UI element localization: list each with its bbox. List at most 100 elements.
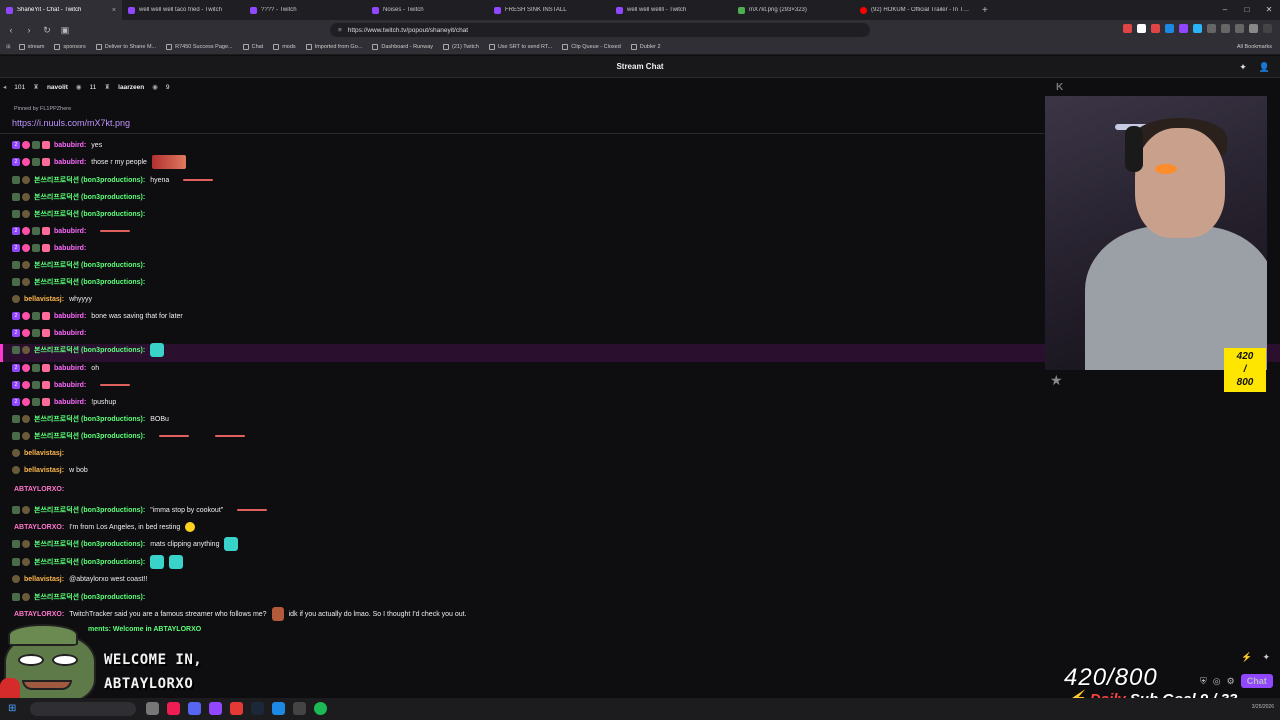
extension-icon[interactable] (1179, 24, 1188, 33)
emote-icon[interactable] (150, 555, 165, 569)
chat-message[interactable]: 2 babubird: (12, 378, 131, 392)
chat-username[interactable]: 본쓰리프로덕션 (bon3productions): (34, 505, 145, 515)
chat-username[interactable]: ABTAYLORXO: (14, 611, 64, 618)
user-badge-icon[interactable] (12, 295, 20, 303)
sub-badge-icon[interactable]: 2 (12, 398, 20, 406)
mod-badge-icon[interactable] (32, 398, 40, 406)
chat-message[interactable]: 본쓰리프로덕션 (bon3productions): (12, 207, 145, 221)
heart-badge-icon[interactable] (22, 312, 30, 320)
vip-badge-icon[interactable] (42, 398, 50, 406)
chat-username[interactable]: 본쓰리프로덕션 (bon3productions): (34, 431, 145, 441)
vip-badge-icon[interactable] (42, 381, 50, 389)
vip-badge-icon[interactable] (42, 312, 50, 320)
points-icon[interactable]: ◎ (1213, 676, 1221, 687)
vip-badge-icon[interactable] (42, 227, 50, 235)
chat-message[interactable]: 본쓰리프로덕션 (bon3productions): (12, 590, 145, 604)
user-badge-icon[interactable] (12, 466, 20, 474)
chat-tools-icon[interactable]: ✦ (1239, 62, 1247, 73)
chat-message[interactable]: 본쓰리프로덕션 (bon3productions): (12, 258, 145, 272)
bits-icon[interactable]: ✦ (1262, 652, 1270, 663)
users-icon[interactable]: 👤 (1259, 62, 1270, 73)
chat-message[interactable]: 2 babubird: oh (12, 361, 99, 375)
chat-username[interactable]: babubird: (54, 142, 86, 149)
chat-username[interactable]: ABTAYLORXO: (14, 486, 64, 493)
mod-badge-icon[interactable] (12, 176, 20, 184)
chat-username[interactable]: 본쓰리프로덕션 (bon3productions): (34, 592, 145, 602)
chat-username[interactable]: 본쓰리프로덕션 (bon3productions): (34, 175, 145, 185)
vip-badge-icon[interactable] (42, 158, 50, 166)
bear-badge-icon[interactable] (22, 593, 30, 601)
chat-message[interactable]: 2 babubird: !pushup (12, 395, 116, 409)
bear-badge-icon[interactable] (22, 210, 30, 218)
steam-icon[interactable] (251, 702, 264, 715)
profile-icon[interactable] (1249, 24, 1258, 33)
shield-icon[interactable]: ⛨ (1200, 676, 1207, 687)
bookmark-item[interactable]: Imported from Go... (305, 44, 362, 50)
sub-badge-icon[interactable]: 2 (12, 141, 20, 149)
mod-badge-icon[interactable] (12, 210, 20, 218)
chat-username[interactable]: bellavistasj: (24, 296, 64, 303)
emote-icon[interactable] (237, 509, 268, 511)
emote-icon[interactable] (159, 435, 190, 437)
chat-username[interactable]: babubird: (54, 228, 86, 235)
chat-username[interactable]: bellavistasj: (24, 467, 64, 474)
browser-tab[interactable]: well well well taco fried - Twitch (122, 0, 244, 20)
chat-message[interactable]: ABTAYLORXO: (12, 482, 64, 496)
sub-badge-icon[interactable]: 2 (12, 158, 20, 166)
chrome-icon[interactable] (272, 702, 285, 715)
heart-badge-icon[interactable] (22, 158, 30, 166)
chat-username[interactable]: 본쓰리프로덕션 (bon3productions): (34, 345, 145, 355)
sidebar-icon[interactable]: ▣ (60, 25, 70, 36)
browser-tab[interactable]: Noises - Twitch (366, 0, 488, 20)
gifter-name[interactable]: navolit (47, 84, 68, 91)
vip-badge-icon[interactable] (42, 364, 50, 372)
tiktok-icon[interactable] (167, 702, 180, 715)
mod-badge-icon[interactable] (12, 558, 20, 566)
emote-icon[interactable] (100, 384, 131, 386)
chat-username[interactable]: 본쓰리프로덕션 (bon3productions): (34, 260, 145, 270)
all-bookmarks-link[interactable]: All Bookmarks (1237, 44, 1272, 50)
bookmark-item[interactable]: Chat (242, 44, 263, 50)
new-tab-button[interactable]: + (976, 5, 994, 16)
extension-icon[interactable] (1221, 24, 1230, 33)
site-info-icon[interactable]: ≡ (338, 27, 342, 34)
chat-message[interactable]: 2 babubird: those r my people (12, 155, 186, 169)
vip-badge-icon[interactable] (42, 244, 50, 252)
bookmark-item[interactable]: Dashboard - Runway (372, 44, 433, 50)
extension-icon[interactable] (1151, 24, 1160, 33)
sub-badge-icon[interactable]: 2 (12, 244, 20, 252)
chat-username[interactable]: babubird: (54, 159, 86, 166)
extension-icon[interactable] (1207, 24, 1216, 33)
chat-username[interactable]: babubird: (54, 313, 86, 320)
chat-username[interactable]: bellavistasj: (24, 576, 64, 583)
chat-username[interactable]: babubird: (54, 399, 86, 406)
mod-badge-icon[interactable] (32, 312, 40, 320)
taskbar-search[interactable] (30, 702, 136, 716)
mod-badge-icon[interactable] (32, 364, 40, 372)
chat-username[interactable]: babubird: (54, 382, 86, 389)
extension-icon[interactable] (1123, 24, 1132, 33)
chat-username[interactable]: babubird: (54, 245, 86, 252)
bookmark-item[interactable]: sponsors (54, 44, 86, 50)
pinned-link[interactable]: https://i.nuuls.com/mX7kt.png (12, 118, 130, 128)
address-bar[interactable]: ≡ https://www.twitch.tv/popout/shaneyit/… (330, 23, 870, 37)
bookmark-item[interactable]: (21) Twitch (443, 44, 479, 50)
close-window-button[interactable]: ✕ (1258, 0, 1280, 20)
chat-message[interactable]: bellavistasj: @abtaylorxo west coast!! (12, 572, 147, 586)
heart-badge-icon[interactable] (22, 329, 30, 337)
chat-username[interactable]: 본쓰리프로덕션 (bon3productions): (34, 539, 145, 549)
chat-message[interactable]: 본쓰리프로덕션 (bon3productions): (12, 190, 145, 204)
bookmark-item[interactable]: mods (273, 44, 296, 50)
heart-badge-icon[interactable] (22, 244, 30, 252)
menu-icon[interactable] (1263, 24, 1272, 33)
sub-badge-icon[interactable]: 2 (12, 364, 20, 372)
back-icon[interactable]: ‹ (6, 25, 16, 35)
spotify-icon[interactable] (314, 702, 327, 715)
chat-message[interactable]: 본쓰리프로덕션 (bon3productions): (12, 429, 246, 443)
chat-message[interactable]: 2 babubird: (12, 241, 86, 255)
emote-icon[interactable] (100, 230, 131, 232)
chat-username[interactable]: 본쓰리프로덕션 (bon3productions): (34, 557, 145, 567)
obs-icon[interactable] (230, 702, 243, 715)
heart-badge-icon[interactable] (22, 398, 30, 406)
emote-icon[interactable] (215, 435, 246, 437)
